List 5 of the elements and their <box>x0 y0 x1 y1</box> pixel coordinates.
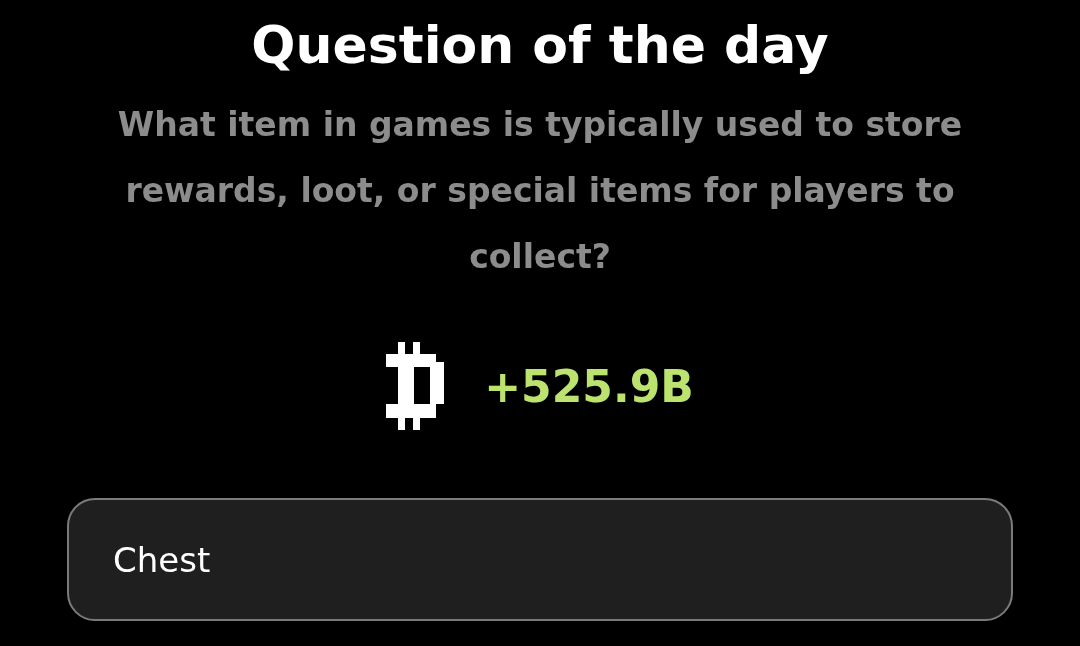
answer-field[interactable]: Chest <box>67 498 1013 621</box>
reward-amount: +525.9B <box>484 360 694 412</box>
coin-icon <box>386 342 447 430</box>
question-text: What item in games is typically used to store rewards, loot, or special items for players to collect? <box>116 104 964 278</box>
title: Question of the day <box>251 14 829 77</box>
